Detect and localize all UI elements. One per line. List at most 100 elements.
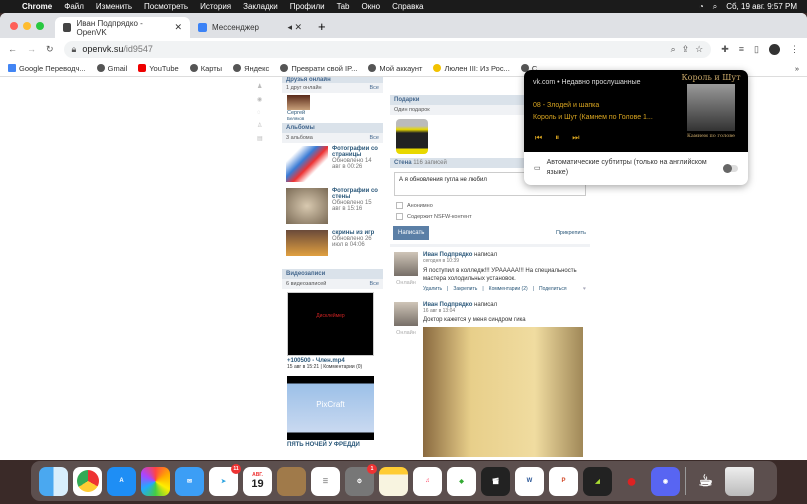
search-icon[interactable]: ⌕ [713, 2, 717, 12]
bookmark-youtube[interactable]: YouTube [138, 64, 179, 73]
note-icon[interactable]: ▤ [257, 133, 267, 146]
album-item[interactable]: скрины из игр Обновлено 26 июл в 04:06 [282, 227, 383, 259]
friend-last-name[interactable]: Беляков [287, 116, 378, 121]
album-title[interactable]: Фотографии со страницы [332, 146, 379, 158]
trash-icon[interactable] [725, 466, 754, 496]
friend-item[interactable]: Сергей Беляков [282, 93, 383, 123]
address-bar[interactable]: 🔒︎ openvk.su/id9547 ⌕ ⇪ ☆ [63, 40, 712, 58]
guitar-pro-icon[interactable]: ◢ [583, 466, 612, 496]
video-thumb[interactable]: Дисклеймер [287, 292, 374, 356]
menu-bookmarks[interactable]: Закладки [243, 2, 278, 11]
new-tab-button[interactable]: + [318, 19, 326, 34]
menu-view[interactable]: Посмотреть [144, 2, 188, 11]
friend-avatar[interactable] [287, 95, 310, 110]
system-settings-icon[interactable]: ⚙ 1 [345, 463, 377, 496]
bookmark-account[interactable]: Мой аккаунт [368, 64, 422, 73]
submit-post-button[interactable]: Написать [393, 226, 430, 240]
tab-openvk[interactable]: Иван Подпрядко - OpenVK ✕ [55, 17, 190, 38]
zoom-icon[interactable]: ⌕ [671, 44, 676, 55]
music-icon[interactable]: ♫ [413, 466, 442, 496]
album-thumb[interactable] [286, 230, 328, 256]
album-thumb[interactable] [286, 188, 328, 224]
mail-icon[interactable]: ✉ [175, 466, 204, 496]
post-avatar[interactable] [394, 302, 418, 326]
post-time[interactable]: 16 авг в 13:04 [423, 308, 586, 314]
camera-icon[interactable]: ◉ [257, 94, 267, 107]
menu-tab[interactable]: Tab [337, 2, 350, 11]
nsfw-checkbox[interactable]: Содержит NSFW-контент [390, 211, 590, 222]
video-item[interactable]: Дисклеймер +100500 - Член.mp4 15 авг в 1… [282, 289, 383, 373]
menu-history[interactable]: История [200, 2, 231, 11]
menu-window[interactable]: Окно [362, 2, 381, 11]
audio-icon[interactable]: ◂ ✕ [287, 22, 302, 33]
calendar-icon[interactable]: АВГ. 19 [243, 466, 272, 496]
like-icon[interactable]: ♥ [583, 286, 586, 292]
album-item[interactable]: Фотографии со страницы Обновлено 14 авг в… [282, 143, 383, 185]
clock[interactable]: Сб, 19 авг. 9:57 PM [726, 2, 797, 11]
sims-icon[interactable]: ◆ [447, 466, 476, 496]
albums-header[interactable]: Альбомы [282, 123, 383, 133]
wifi-icon[interactable]: ◔ [699, 2, 704, 11]
apple-app-icon[interactable]: ● [617, 467, 646, 496]
close-window-button[interactable] [10, 22, 18, 30]
previous-track-icon[interactable]: ⏮ [535, 133, 542, 143]
user-icon[interactable]: ♟ [257, 81, 267, 94]
bookmark-gmail[interactable]: Gmail [96, 64, 127, 73]
menu-help[interactable]: Справка [392, 2, 423, 11]
group-icon[interactable]: ♙ [257, 120, 267, 133]
reminders-icon[interactable]: ☰ [311, 466, 340, 496]
forward-icon[interactable]: → [27, 44, 36, 54]
album-thumb[interactable] [286, 146, 328, 182]
app-store-icon[interactable]: A [107, 466, 136, 496]
telegram-icon[interactable]: ➤ 11 [209, 463, 241, 496]
pause-icon[interactable]: ⏸ [555, 133, 559, 143]
bookmarks-overflow-icon[interactable]: » [795, 64, 799, 73]
sidepanel-icon[interactable]: ▯ [754, 44, 759, 55]
gift-image[interactable] [396, 119, 428, 154]
word-icon[interactable]: W [515, 466, 544, 496]
menu-file[interactable]: Файл [64, 2, 84, 11]
videos-header[interactable]: Видеозаписи [282, 269, 383, 279]
close-tab-icon[interactable]: ✕ [174, 22, 182, 33]
share-link[interactable]: Поделиться [539, 286, 567, 292]
album-item[interactable]: Фотографии со стены Обновлено 15 авг в 15… [282, 185, 383, 227]
bookmark-yandex[interactable]: Яндекс [233, 64, 269, 73]
videos-all-link[interactable]: Все [370, 281, 379, 287]
post-photo[interactable] [423, 327, 583, 457]
pin-link[interactable]: Закрепить [453, 286, 477, 292]
friends-all-link[interactable]: Все [370, 85, 379, 91]
bookmark-maps[interactable]: Карты [189, 64, 222, 73]
final-cut-icon[interactable]: 🎬︎ [481, 466, 510, 496]
back-icon[interactable]: ← [8, 44, 17, 54]
attach-link[interactable]: Прикрепить [556, 230, 586, 236]
menu-app[interactable]: Chrome [22, 2, 52, 11]
bookmark-translate[interactable]: Google Переводч... [8, 64, 86, 73]
next-track-icon[interactable]: ⏭ [572, 133, 579, 143]
menu-profiles[interactable]: Профили [290, 2, 325, 11]
zoom-button[interactable] [36, 22, 44, 30]
reload-icon[interactable]: ↻ [46, 44, 54, 55]
video-title[interactable]: ПЯТЬ НОЧЕЙ У ФРЕДДИ [287, 442, 378, 448]
delete-link[interactable]: Удалить [423, 286, 442, 292]
video-item[interactable]: PixCraft ПЯТЬ НОЧЕЙ У ФРЕДДИ [282, 373, 383, 451]
minimize-button[interactable] [23, 22, 31, 30]
coffee-icon[interactable]: ☕︎ [691, 467, 720, 496]
video-thumb[interactable]: PixCraft [287, 376, 374, 440]
captions-toggle[interactable] [723, 163, 738, 173]
albums-all-link[interactable]: Все [370, 135, 379, 141]
finder-icon[interactable] [39, 466, 68, 496]
discord-icon[interactable]: ◉ [651, 466, 680, 496]
anonymous-checkbox[interactable]: Анонимно [390, 200, 590, 211]
menu-edit[interactable]: Изменить [96, 2, 132, 11]
bookmark-ip[interactable]: Преврати свой IP... [280, 64, 357, 73]
contacts-icon[interactable] [277, 466, 306, 496]
share-icon[interactable]: ⇪ [682, 44, 690, 55]
avatar[interactable] [769, 43, 780, 55]
powerpoint-icon[interactable]: P [549, 466, 578, 496]
chrome-icon[interactable] [73, 466, 102, 496]
notes-icon[interactable] [379, 466, 408, 496]
media-control-icon[interactable]: ≡ [739, 44, 744, 54]
post-avatar[interactable] [394, 252, 418, 276]
album-title[interactable]: Фотографии со стены [332, 188, 379, 200]
bookmark-lyulen[interactable]: Люлен III: Из Рос... [433, 64, 510, 73]
